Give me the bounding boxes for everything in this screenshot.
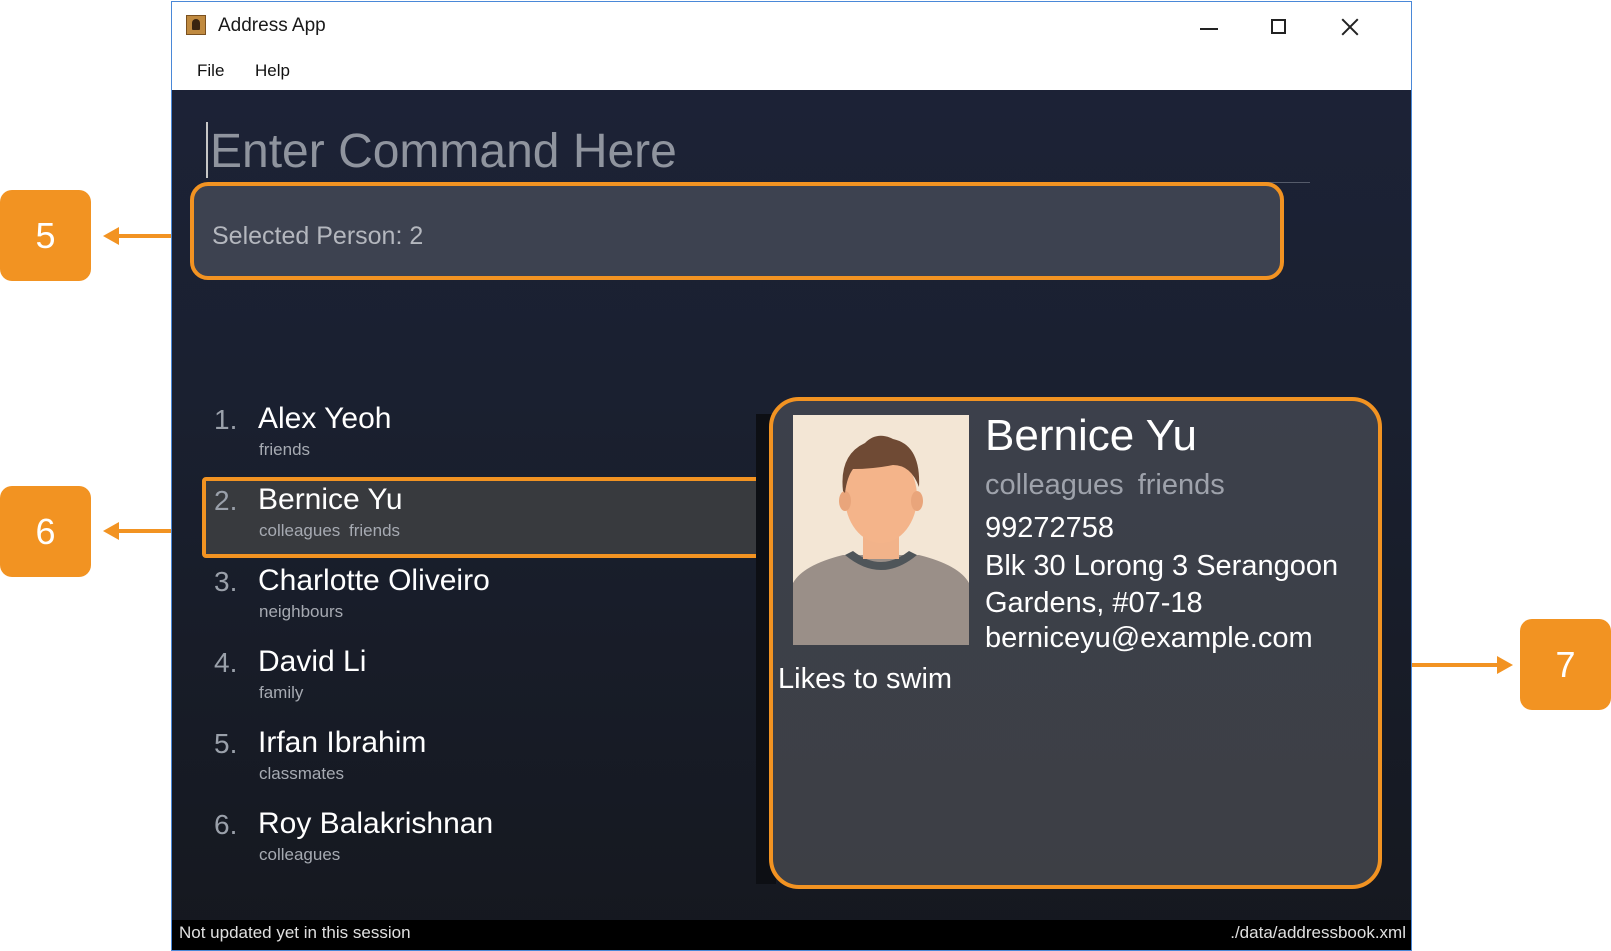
save-location: ./data/addressbook.xml	[1230, 923, 1406, 942]
detail-address: Blk 30 Lorong 3 Serangoon Gardens, #07-1…	[985, 550, 1339, 619]
person-card[interactable]: 3. Charlotte Oliveiro neighbours	[202, 558, 766, 639]
detail-remark: Likes to swim	[778, 663, 953, 695]
menu-help[interactable]: Help	[255, 61, 290, 81]
person-index: 3.	[214, 566, 238, 597]
detail-name: Bernice Yu	[985, 411, 1198, 460]
callout-6: 6	[0, 486, 91, 577]
person-index: 6.	[214, 809, 238, 840]
minimize-icon	[1200, 28, 1218, 30]
status-bar: Not updated yet in this session ./data/a…	[172, 920, 1411, 950]
person-name: Irfan Ibrahim	[258, 726, 427, 759]
result-text: Selected Person: 2	[212, 222, 424, 250]
person-index: 4.	[214, 647, 238, 678]
callout-7-arrow-line	[1412, 663, 1498, 667]
person-name: Alex Yeoh	[258, 402, 392, 435]
text-caret	[206, 122, 208, 178]
person-tags: colleagues	[259, 845, 341, 864]
detail-tags: colleagues friends	[985, 469, 1225, 501]
person-name: Roy Balakrishnan	[258, 807, 494, 840]
person-tags: neighbours	[259, 602, 344, 621]
menu-bar: File Help	[172, 52, 1411, 90]
person-list[interactable]: 1. Alex Yeoh friends 2. Bernice Yu colle…	[202, 396, 766, 882]
person-detail-panel: Bernice Yu colleagues friends 99272758 B…	[769, 397, 1382, 889]
detail-email: berniceyu@example.com	[985, 622, 1313, 654]
result-display: Selected Person: 2	[190, 182, 1284, 280]
menu-file[interactable]: File	[197, 61, 224, 81]
person-card[interactable]: 5. Irfan Ibrahim classmates	[202, 720, 766, 801]
minimize-button[interactable]	[1184, 6, 1234, 46]
title-bar: Address App	[172, 2, 1411, 52]
person-name: Charlotte Oliveiro	[258, 564, 490, 597]
callout-5: 5	[0, 190, 91, 281]
person-card[interactable]: 4. David Li family	[202, 639, 766, 720]
person-tags: classmates	[259, 764, 345, 783]
person-tags: friends	[259, 440, 311, 459]
callout-7: 7	[1520, 619, 1611, 710]
person-name: Bernice Yu	[258, 483, 403, 516]
callout-7-arrow-head	[1497, 656, 1513, 674]
maximize-button[interactable]	[1254, 6, 1304, 46]
person-tags: colleagues friends	[259, 521, 401, 540]
person-tags: family	[259, 683, 304, 702]
avatar	[793, 415, 969, 645]
person-index: 2.	[214, 485, 238, 516]
sync-status: Not updated yet in this session	[179, 923, 411, 942]
address-book-icon	[186, 15, 206, 35]
person-card-selected[interactable]: 2. Bernice Yu colleagues friends	[202, 477, 766, 558]
person-card[interactable]: 6. Roy Balakrishnan colleagues	[202, 801, 766, 882]
main-content: Selected Person: 2 1. Alex Yeoh friends …	[172, 90, 1411, 950]
person-index: 5.	[214, 728, 238, 759]
app-window: Address App File Help Selected Person: 2…	[171, 1, 1412, 951]
person-index: 1.	[214, 404, 238, 435]
command-input[interactable]	[208, 120, 1310, 183]
detail-phone: 99272758	[985, 512, 1115, 544]
person-name: David Li	[258, 645, 367, 678]
avatar-icon	[793, 415, 969, 645]
window-title: Address App	[218, 15, 326, 36]
close-button[interactable]	[1324, 6, 1374, 46]
person-card[interactable]: 1. Alex Yeoh friends	[202, 396, 766, 477]
maximize-icon	[1271, 19, 1286, 34]
